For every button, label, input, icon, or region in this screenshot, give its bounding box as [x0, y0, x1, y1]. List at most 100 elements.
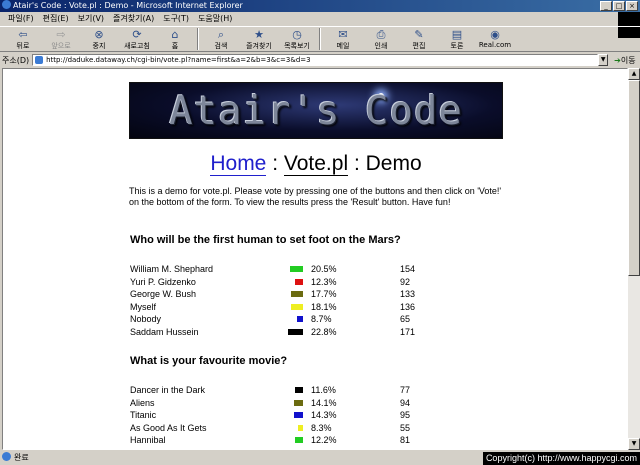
option-result-bar [290, 266, 303, 272]
option-votes: 92 [400, 276, 411, 287]
poll-option: Dancer in the Dark 11.6% 77 [130, 384, 450, 396]
menu-edit[interactable]: 편집(E) [43, 12, 69, 26]
option-percent: 14.1% [311, 397, 337, 408]
option-percent: 12.2% [311, 435, 337, 446]
poll-option: William M. Shephard 20.5% 154 [130, 263, 450, 275]
option-name: Hannibal [130, 435, 166, 446]
option-percent: 12.3% [311, 276, 337, 287]
site-banner: Atair's Code [129, 82, 503, 139]
option-votes: 94 [400, 397, 411, 408]
stop-button[interactable]: ⊗ 중지 [80, 27, 118, 51]
poll-question-1: Who will be the first human to set foot … [130, 234, 401, 246]
home-link[interactable]: Home [210, 152, 267, 176]
address-label: 주소(D) [2, 55, 30, 65]
ie-icon [2, 0, 11, 9]
poll-option: Yuri P. Gidzenko 12.3% 92 [130, 276, 450, 288]
title-demo: : Demo [348, 152, 422, 175]
option-name: George W. Bush [130, 289, 197, 300]
menu-file[interactable]: 파일(F) [8, 12, 34, 26]
scroll-thumb[interactable] [628, 80, 640, 276]
menu-tools[interactable]: 도구(T) [163, 12, 189, 26]
toolbar-separator [197, 28, 199, 50]
option-result-bar [295, 437, 303, 444]
option-percent: 11.6% [311, 385, 336, 395]
page-viewport: Atair's Code Home : Vote.pl : Demo This … [2, 68, 628, 450]
home-button[interactable]: ⌂ 홈 [156, 27, 194, 51]
option-name: Saddam Hussein [130, 327, 199, 337]
minimize-button[interactable]: _ [600, 1, 612, 11]
window-titlebar: Atair's Code : Vote.pl : Demo - Microsof… [0, 0, 640, 12]
option-result-bar [295, 278, 303, 285]
option-name: Nobody [130, 314, 162, 325]
option-votes: 136 [400, 301, 416, 312]
poll-option: Myself 18.1% 136 [130, 301, 450, 313]
option-result-bar [291, 291, 303, 298]
go-button[interactable]: ➔이동 [614, 55, 635, 66]
intro-text: This is a demo for vote.pl. Please vote … [129, 186, 502, 207]
mail-button[interactable]: ✉ 메일 [324, 27, 362, 51]
poll-option: Aliens 14.1% 94 [130, 397, 450, 409]
copyright-banner[interactable]: Copyright(c) http://www.happycgi.com [482, 452, 640, 465]
mail-icon: ✉ [338, 28, 348, 41]
refresh-button[interactable]: ⟳ 새로고침 [118, 27, 156, 51]
option-percent: 20.5% [311, 264, 337, 274]
option-votes: 133 [400, 289, 416, 300]
history-button[interactable]: ◷ 목록보기 [278, 27, 316, 51]
edit-button[interactable]: ✎ 편집 [400, 27, 438, 51]
option-name: Titanic [130, 410, 157, 421]
option-result-bar [288, 329, 303, 335]
search-button[interactable]: ⌕ 검색 [202, 27, 240, 51]
option-votes: 171 [400, 327, 416, 337]
option-percent: 22.8% [311, 327, 337, 337]
poll-option: Saddam Hussein 22.8% 171 [130, 326, 450, 338]
address-bar: 주소(D) http://daduke.dataway.ch/cgi-bin/v… [0, 53, 640, 67]
option-name: As Good As It Gets [130, 422, 207, 433]
forward-button[interactable]: ⇨ 앞으로 [42, 27, 80, 51]
title-separator: : [266, 152, 284, 175]
scroll-down-button[interactable]: ▼ [628, 438, 640, 450]
status-icon [2, 452, 11, 461]
maximize-button[interactable]: □ [613, 1, 625, 11]
address-input[interactable]: http://daduke.dataway.ch/cgi-bin/vote.pl… [32, 54, 599, 66]
history-icon: ◷ [292, 28, 302, 41]
option-votes: 65 [400, 314, 411, 325]
vote-link[interactable]: Vote.pl [283, 152, 349, 176]
option-percent: 8.3% [311, 422, 332, 433]
discuss-icon: ▤ [451, 28, 463, 41]
option-votes: 81 [400, 435, 411, 446]
banner-logo-text: Atair's Code [169, 89, 463, 134]
address-dropdown-button[interactable]: ▼ [598, 54, 609, 66]
option-votes: 77 [400, 385, 411, 395]
status-text: 완료 [14, 453, 29, 462]
menu-view[interactable]: 보기(V) [78, 12, 104, 26]
option-result-bar [295, 387, 303, 393]
close-button[interactable]: × [626, 1, 638, 11]
discuss-button[interactable]: ▤ 토론 [438, 27, 476, 51]
print-button[interactable]: ⎙ 인쇄 [362, 27, 400, 51]
favorites-button[interactable]: ★ 즐겨찾기 [240, 27, 278, 51]
toolbar-separator [319, 28, 321, 50]
home-icon: ⌂ [171, 28, 179, 41]
favorites-icon: ★ [254, 28, 264, 41]
scroll-up-button[interactable]: ▲ [628, 68, 640, 80]
vertical-scrollbar[interactable]: ▲ ▼ [628, 68, 640, 450]
edit-icon: ✎ [414, 28, 424, 41]
option-votes: 95 [400, 410, 411, 421]
search-icon: ⌕ [217, 28, 225, 41]
go-arrow-icon: ➔ [614, 55, 621, 65]
menu-help[interactable]: 도움말(H) [198, 12, 232, 26]
poll-option: Titanic 14.3% 95 [130, 409, 450, 421]
toolbar: ⇦ 뒤로 ⇨ 앞으로 ⊗ 중지 ⟳ 새로고침 ⌂ 홈 ⌕ 검색 ★ 즐겨찾기 ◷ 목록보기 ✉ 메… [0, 26, 640, 52]
menu-favorites[interactable]: 즐겨찾기(A) [113, 12, 154, 26]
option-name: Myself [130, 301, 157, 312]
option-name: Yuri P. Gidzenko [130, 276, 196, 287]
option-result-bar [291, 303, 303, 310]
real-button[interactable]: ◉ Real.com [476, 27, 514, 51]
status-bar: 완료 Copyright(c) http://www.happycgi.com [0, 451, 640, 465]
option-result-bar [298, 424, 303, 431]
poll-option: Hannibal 12.2% 81 [130, 434, 450, 446]
poll-option: As Good As It Gets 8.3% 55 [130, 422, 450, 434]
option-name: William M. Shephard [130, 264, 214, 274]
back-button[interactable]: ⇦ 뒤로 [4, 27, 42, 51]
option-percent: 14.3% [311, 410, 337, 421]
